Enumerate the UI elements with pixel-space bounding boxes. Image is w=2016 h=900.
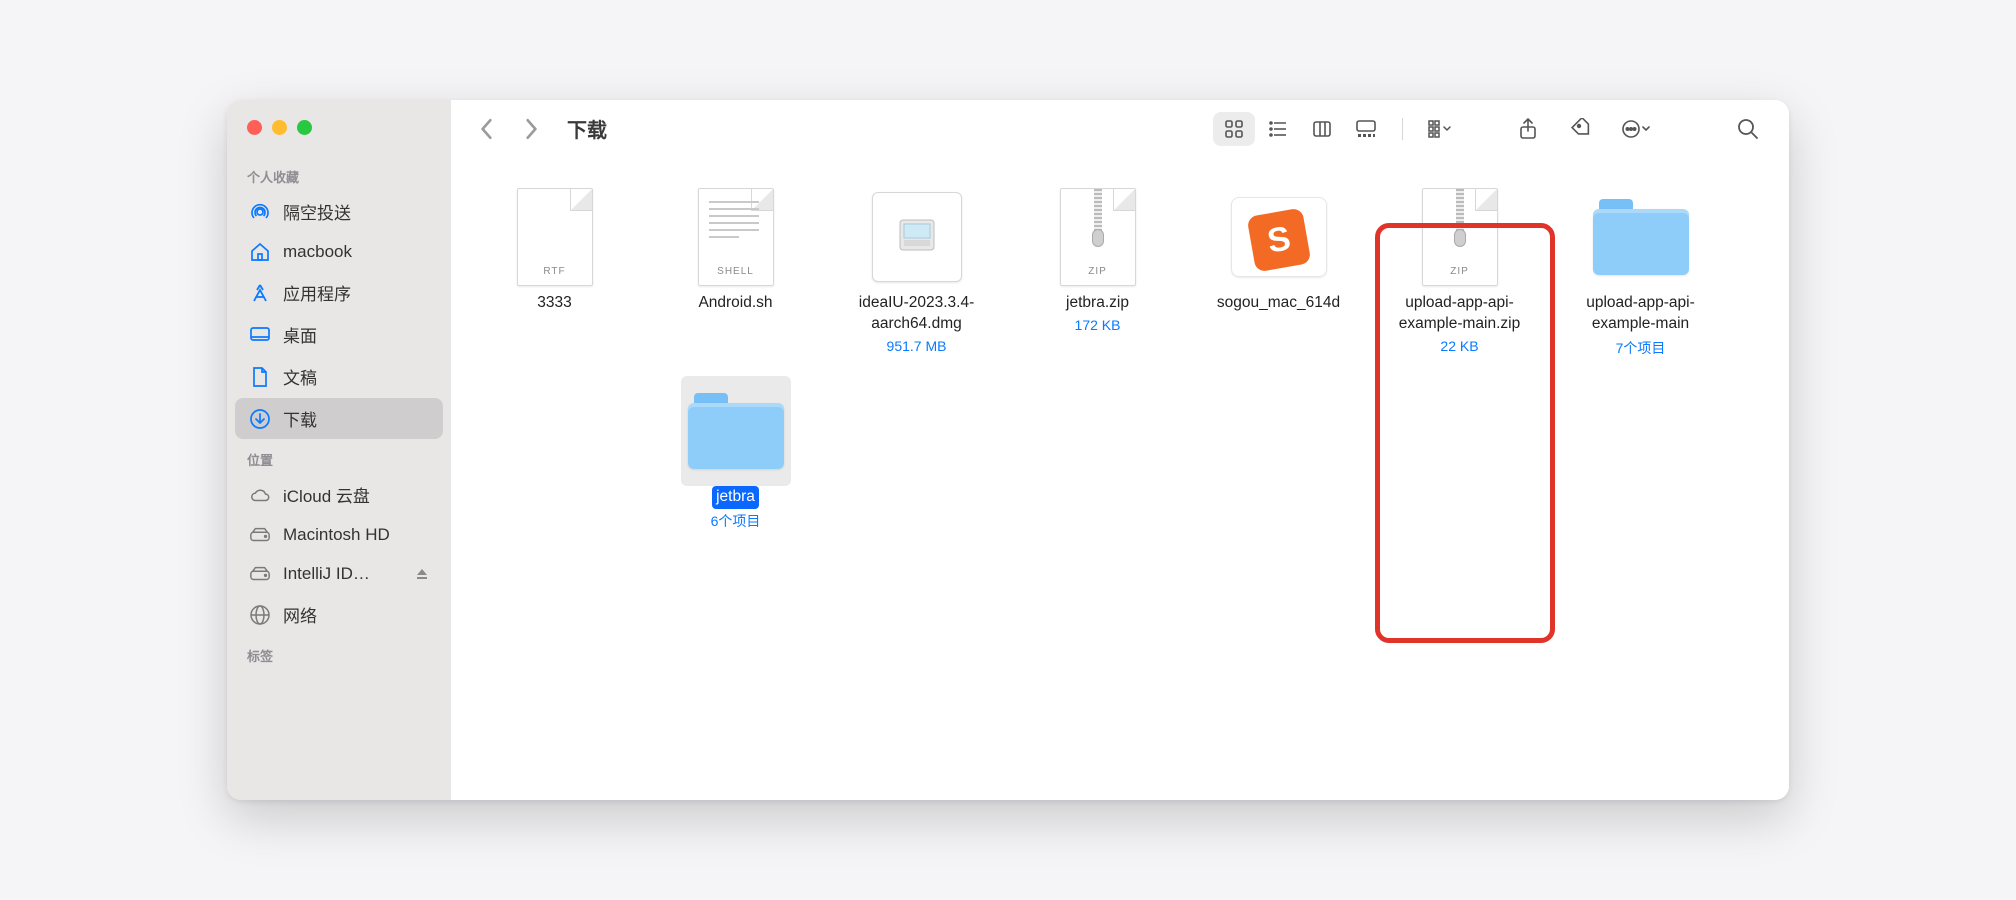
- file-icon: [681, 376, 791, 486]
- tag-button[interactable]: [1567, 114, 1597, 144]
- sidebar-item-label: 隔空投送: [283, 199, 351, 224]
- share-button[interactable]: [1513, 114, 1543, 144]
- sidebar-item[interactable]: 隔空投送: [235, 191, 443, 232]
- file-icon: ZIP: [1043, 182, 1153, 292]
- view-switcher: [1212, 112, 1388, 146]
- download-icon: [249, 408, 271, 430]
- file-name: jetbra: [712, 486, 759, 509]
- sidebar-item-label: 网络: [283, 602, 317, 627]
- file-icon: RTF: [500, 182, 610, 292]
- view-column-button[interactable]: [1301, 112, 1343, 146]
- eject-icon[interactable]: [415, 567, 429, 581]
- desktop-icon: [249, 324, 271, 346]
- action-button[interactable]: [1621, 114, 1651, 144]
- search-button[interactable]: [1733, 114, 1763, 144]
- separator: [1402, 118, 1403, 140]
- minimize-button[interactable]: [272, 120, 287, 135]
- sidebar-item-label: 桌面: [283, 322, 317, 347]
- sidebar-section-header: 位置: [227, 440, 451, 473]
- globe-icon: [249, 604, 271, 626]
- sidebar-item-label: IntelliJ ID…: [283, 564, 370, 584]
- file-content-area[interactable]: RTF3333SHELLAndroid.shideaIU-2023.3.4-aa…: [451, 158, 1789, 800]
- airdrop-icon: [249, 201, 271, 223]
- disk-icon: [249, 524, 271, 546]
- finder-window: 个人收藏隔空投送macbook应用程序桌面文稿下载位置iCloud 云盘Maci…: [227, 100, 1789, 800]
- app-icon: [249, 282, 271, 304]
- file-meta: 951.7 MB: [887, 338, 947, 354]
- file-item[interactable]: Ssogou_mac_614d: [1193, 182, 1364, 358]
- sidebar-item[interactable]: 桌面: [235, 314, 443, 355]
- file-icon: ZIP: [1405, 182, 1515, 292]
- file-name: upload-app-api-example-main.zip: [1377, 292, 1542, 336]
- sidebar-section-header: 标签: [227, 636, 451, 669]
- file-name: ideaIU-2023.3.4-aarch64.dmg: [834, 292, 999, 336]
- file-name: upload-app-api-example-main: [1558, 292, 1723, 336]
- cloud-icon: [249, 484, 271, 506]
- file-item[interactable]: ZIPupload-app-api-example-main.zip 22 KB: [1374, 182, 1545, 358]
- file-meta: 7个项目: [1616, 338, 1666, 358]
- sidebar-item[interactable]: 网络: [235, 594, 443, 635]
- zoom-button[interactable]: [297, 120, 312, 135]
- file-item[interactable]: upload-app-api-example-main7个项目: [1555, 182, 1726, 358]
- forward-button[interactable]: [513, 111, 549, 147]
- file-icon: [1586, 182, 1696, 292]
- sidebar-item[interactable]: 文稿: [235, 356, 443, 397]
- file-meta: 22 KB: [1440, 338, 1478, 354]
- file-icon: [862, 182, 972, 292]
- file-item[interactable]: ZIPjetbra.zip 172 KB: [1012, 182, 1183, 358]
- sidebar-item-label: 文稿: [283, 364, 317, 389]
- house-icon: [249, 241, 271, 263]
- toolbar: 下载: [451, 100, 1789, 158]
- group-button[interactable]: [1418, 112, 1460, 146]
- sidebar-item-label: macbook: [283, 242, 352, 262]
- file-icon: S: [1224, 182, 1334, 292]
- file-name: 3333: [533, 292, 575, 315]
- sidebar-item-label: iCloud 云盘: [283, 482, 370, 507]
- file-item[interactable]: jetbra6个项目: [650, 376, 821, 531]
- sidebar-item[interactable]: iCloud 云盘: [235, 474, 443, 515]
- sidebar-item[interactable]: IntelliJ ID…: [235, 555, 443, 593]
- sidebar-item-label: 应用程序: [283, 280, 351, 305]
- file-item[interactable]: SHELLAndroid.sh: [650, 182, 821, 358]
- view-list-button[interactable]: [1257, 112, 1299, 146]
- file-meta: 6个项目: [711, 511, 761, 531]
- file-name: Android.sh: [694, 292, 776, 315]
- sidebar-item[interactable]: macbook: [235, 233, 443, 271]
- window-title: 下载: [567, 114, 607, 143]
- doc-icon: [249, 366, 271, 388]
- sidebar-item[interactable]: Macintosh HD: [235, 516, 443, 554]
- main-pane: 下载: [451, 100, 1789, 800]
- file-name: jetbra.zip: [1062, 292, 1133, 315]
- file-meta: 172 KB: [1075, 317, 1121, 333]
- sidebar: 个人收藏隔空投送 macbook 应用程序桌面文稿下载位置 iCloud 云盘 Maci…: [227, 100, 451, 800]
- back-button[interactable]: [469, 111, 505, 147]
- sidebar-section-header: 个人收藏: [227, 157, 451, 190]
- disk-icon: [249, 563, 271, 585]
- file-icon: SHELL: [681, 182, 791, 292]
- close-button[interactable]: [247, 120, 262, 135]
- file-name: sogou_mac_614d: [1213, 292, 1344, 315]
- sidebar-item[interactable]: 应用程序: [235, 272, 443, 313]
- sidebar-item-label: Macintosh HD: [283, 525, 390, 545]
- window-controls: [227, 114, 451, 157]
- sidebar-item[interactable]: 下载: [235, 398, 443, 439]
- file-item[interactable]: ideaIU-2023.3.4-aarch64.dmg 951.7 MB: [831, 182, 1002, 358]
- view-gallery-button[interactable]: [1345, 112, 1387, 146]
- view-icon-button[interactable]: [1213, 112, 1255, 146]
- sidebar-item-label: 下载: [283, 406, 317, 431]
- file-item[interactable]: RTF3333: [469, 182, 640, 358]
